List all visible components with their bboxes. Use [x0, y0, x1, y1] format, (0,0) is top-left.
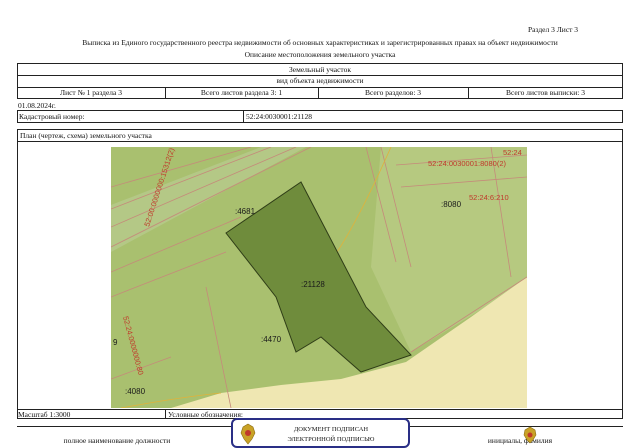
cadastral-number-label: Кадастровый номер:	[19, 112, 85, 121]
e-signature-stamp: ДОКУМЕНТ ПОДПИСАН ЭЛЕКТРОННОЙ ПОДПИСЬЮ	[231, 418, 410, 448]
sheet-number: Лист № 1 раздела 3	[60, 88, 122, 97]
extract-date: 01.08.2024г.	[18, 101, 56, 110]
parcel-4080-label: :4080	[125, 387, 146, 396]
cadastral-map: :21128 :4681 :4470 :4080 :8080 52:00:000…	[111, 147, 527, 408]
emblem-icon	[523, 426, 537, 444]
map-scale: Масштаб 1:3000	[18, 410, 71, 419]
right-cadastral-label: 52:24:6:210	[469, 193, 509, 202]
section-sheet-label: Раздел 3 Лист 3	[528, 25, 579, 34]
object-type-caption: вид объекта недвижимости	[276, 76, 364, 85]
sections-total: Всего разделов: 3	[364, 88, 422, 97]
coat-of-arms-icon	[240, 423, 256, 445]
cadastral-row	[17, 110, 623, 123]
divider	[17, 409, 623, 410]
plan-title: План (чертеж, схема) земельного участка	[20, 131, 152, 140]
cadastral-number-value: 52:24:0030001:21128	[246, 112, 312, 121]
section-sheets-total: Всего листов раздела 3: 1	[200, 88, 283, 97]
divider	[243, 110, 244, 123]
object-type: Земельный участок	[288, 65, 352, 74]
parcel-4681-label: :4681	[235, 207, 256, 216]
document-title: Выписка из Единого государственного реес…	[82, 38, 558, 47]
stamp-line-1: ДОКУМЕНТ ПОДПИСАН	[293, 426, 369, 433]
extract-sheets-total: Всего листов выписки: 3	[506, 88, 585, 97]
quarter-label-top: 52:24:0030001:8080(2)	[428, 159, 506, 168]
parcel-8080-label: :8080	[441, 200, 462, 209]
document-subtitle: Описание местоположения земельного участ…	[244, 50, 396, 59]
left-edge-label: 9	[113, 338, 118, 347]
position-caption: полное наименование должности	[63, 436, 171, 445]
divider	[17, 141, 623, 142]
legend-label: Условные обозначения:	[168, 410, 244, 419]
divider	[165, 409, 166, 419]
parcel-4470-label: :4470	[261, 335, 282, 344]
signature-caption: инициалы, фамилия	[487, 436, 553, 445]
corner-cadastral-label: 52:24	[503, 148, 522, 157]
stamp-line-2: ЭЛЕКТРОННОЙ ПОДПИСЬЮ	[287, 436, 375, 443]
parcel-21128-label: :21128	[301, 280, 325, 289]
